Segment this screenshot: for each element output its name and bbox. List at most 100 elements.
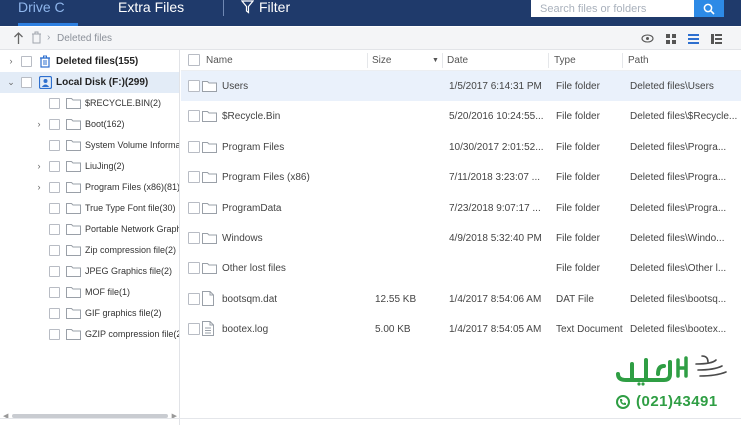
folder-icon (66, 98, 81, 109)
tree-checkbox[interactable] (49, 308, 60, 319)
tree-checkbox[interactable] (49, 266, 60, 277)
details-icon (711, 33, 722, 44)
tree-checkbox[interactable] (49, 245, 60, 256)
preview-button[interactable] (641, 32, 654, 45)
tree-checkbox[interactable] (49, 119, 60, 130)
folder-icon (202, 233, 217, 244)
expand-chevron-icon[interactable]: › (34, 161, 44, 171)
row-checkbox[interactable] (188, 110, 200, 123)
tree-item[interactable]: MOF file(1) (0, 282, 179, 303)
file-name: bootex.log (222, 324, 269, 336)
tree-item[interactable]: True Type Font file(30) (0, 198, 179, 219)
row-checkbox[interactable] (188, 201, 200, 214)
expand-chevron-icon[interactable]: › (34, 182, 44, 192)
column-size[interactable]: Size (372, 55, 391, 66)
expand-chevron-icon[interactable]: › (6, 56, 16, 66)
grid-icon (665, 33, 676, 44)
tree-item[interactable]: GIF graphics file(2) (0, 303, 179, 324)
column-date[interactable]: Date (447, 55, 468, 66)
tree-item[interactable]: › Deleted files(155) (0, 51, 179, 72)
tree-item-label: Zip compression file(2) (85, 245, 177, 255)
tree-item[interactable]: Zip compression file(2) (0, 240, 179, 261)
folder-icon (66, 308, 81, 319)
tree-checkbox[interactable] (21, 56, 32, 67)
tree-checkbox[interactable] (21, 77, 32, 88)
filter-button[interactable]: Filter (241, 0, 290, 26)
table-row[interactable]: Other lost files File folder Deleted files… (181, 253, 741, 283)
tree-item[interactable]: JPEG Graphics file(2) (0, 261, 179, 282)
row-checkbox[interactable] (188, 262, 200, 275)
file-path: Deleted files\Progra... (630, 202, 727, 214)
tab-extra-files[interactable]: Extra Files (118, 0, 184, 26)
table-row[interactable]: bootex.log 5.00 KB 1/4/2017 8:54:05 AM Text… (181, 314, 741, 344)
tree-item[interactable]: ⌄ Local Disk (F:)(299) (0, 72, 179, 93)
file-path: Deleted files\Windo... (630, 233, 725, 244)
column-divider[interactable] (622, 53, 623, 68)
tree-item[interactable]: Portable Network Graph (0, 219, 179, 240)
table-row[interactable]: bootsqm.dat 12.55 KB 1/4/2017 8:54:06 AM DA… (181, 284, 741, 314)
column-name[interactable]: Name (206, 55, 233, 66)
tree-checkbox[interactable] (49, 98, 60, 109)
file-type: DAT File (556, 293, 594, 305)
folder-icon (202, 111, 217, 123)
tree-item-label: GZIP compression file(2) (85, 329, 180, 339)
tree-item[interactable]: › Program Files (x86)(81) (0, 177, 179, 198)
folder-icon (66, 119, 81, 130)
tree-item-label: $RECYCLE.BIN(2) (85, 98, 162, 108)
row-checkbox[interactable] (188, 140, 200, 153)
expand-chevron-icon[interactable]: ⌄ (6, 77, 16, 87)
table-row[interactable]: $Recycle.Bin 5/20/2016 10:24:55... File fo… (181, 101, 741, 131)
grid-view-button[interactable] (664, 32, 677, 45)
details-view-button[interactable] (710, 32, 723, 45)
file-date: 4/9/2018 5:32:40 PM (449, 233, 542, 244)
tree-item[interactable]: System Volume Informa (0, 135, 179, 156)
column-divider[interactable] (442, 53, 443, 68)
list-view-button[interactable] (687, 32, 700, 45)
column-type[interactable]: Type (554, 55, 576, 66)
folder-icon (66, 140, 81, 151)
tab-drive[interactable]: Drive C (18, 0, 78, 26)
tree-item-label: MOF file(1) (85, 287, 130, 297)
breadcrumb-current[interactable]: Deleted files (57, 33, 112, 44)
select-all-checkbox[interactable] (188, 54, 200, 66)
row-checkbox[interactable] (188, 292, 200, 305)
tree-item[interactable]: $RECYCLE.BIN(2) (0, 93, 179, 114)
file-table-header: Name Size ▼ Date Type Path (181, 50, 741, 71)
tree-item[interactable]: › Boot(162) (0, 114, 179, 135)
view-mode-toolbar (641, 32, 723, 45)
table-row[interactable]: Program Files (x86) 7/11/2018 3:23:07 ...… (181, 162, 741, 192)
tree-checkbox[interactable] (49, 329, 60, 340)
table-row[interactable]: ProgramData 7/23/2018 9:07:17 ... File fol… (181, 193, 741, 223)
watermark-phone: (021)43491 (616, 393, 718, 410)
tree-checkbox[interactable] (49, 287, 60, 298)
tree-item[interactable]: GZIP compression file(2) (0, 324, 180, 345)
folder-icon (202, 81, 217, 92)
table-row[interactable]: Users 1/5/2017 6:14:31 PM File folder Delet… (181, 71, 741, 101)
up-arrow-icon[interactable] (13, 32, 24, 45)
row-checkbox[interactable] (188, 80, 200, 92)
row-checkbox[interactable] (188, 323, 200, 336)
tree-checkbox[interactable] (49, 224, 60, 235)
table-row[interactable]: Windows 4/9/2018 5:32:40 PM File folder Del… (181, 223, 741, 253)
column-divider[interactable] (367, 53, 368, 68)
column-divider[interactable] (548, 53, 549, 68)
tree-checkbox[interactable] (49, 161, 60, 172)
tree-checkbox[interactable] (49, 140, 60, 151)
file-type: File folder (556, 141, 600, 153)
tree-checkbox[interactable] (49, 182, 60, 193)
expand-chevron-icon[interactable]: › (34, 119, 44, 129)
file-date: 1/4/2017 8:54:05 AM (449, 324, 542, 336)
tree-checkbox[interactable] (49, 203, 60, 214)
table-row[interactable]: Program Files 10/30/2017 2:01:52... File f… (181, 132, 741, 162)
row-checkbox[interactable] (188, 232, 200, 244)
file-size: 12.55 KB (375, 293, 417, 305)
file-date: 7/11/2018 3:23:07 ... (449, 172, 541, 184)
sort-descending-icon: ▼ (432, 57, 439, 64)
tree-item[interactable]: › LiuJing(2) (0, 156, 179, 177)
file-name: Program Files (x86) (222, 172, 310, 184)
search-input[interactable] (531, 0, 694, 17)
search-button[interactable] (694, 0, 724, 17)
row-checkbox[interactable] (188, 171, 200, 184)
column-path[interactable]: Path (628, 55, 649, 66)
path-bar: › Deleted files (0, 27, 741, 50)
